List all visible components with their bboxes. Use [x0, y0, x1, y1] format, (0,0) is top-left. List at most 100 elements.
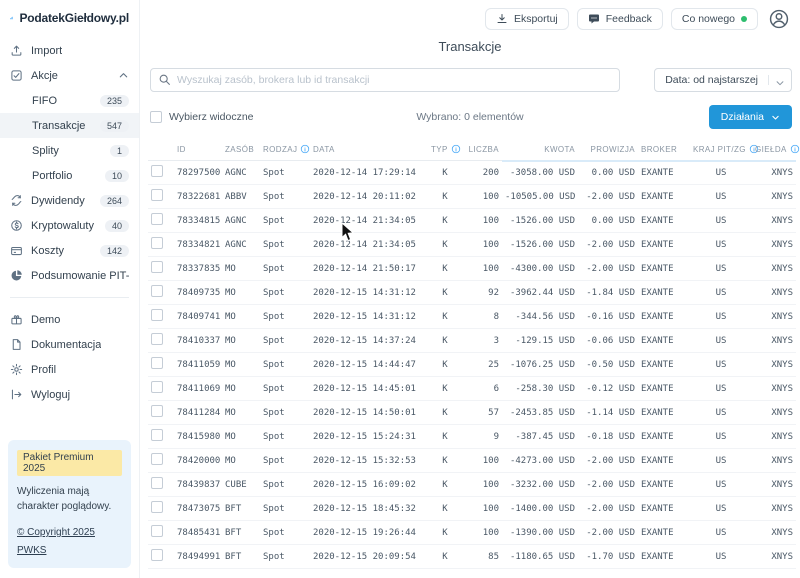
sidebar-item-koszty[interactable]: Koszty142 — [0, 238, 139, 263]
info-icon[interactable] — [790, 144, 800, 154]
row-checkbox[interactable] — [151, 501, 163, 513]
row-checkbox[interactable] — [151, 429, 163, 441]
row-checkbox[interactable] — [151, 237, 163, 249]
user-avatar-icon[interactable] — [768, 8, 790, 30]
table-row[interactable]: 78322681ABBVSpot2020-12-14 20:11:02K100-… — [148, 185, 796, 209]
row-checkbox[interactable] — [151, 357, 163, 369]
table-row[interactable]: 78334821AGNCSpot2020-12-14 21:34:05K100-… — [148, 233, 796, 257]
feedback-button[interactable]: Feedback — [577, 8, 663, 30]
column-header-data[interactable]: DATA — [310, 138, 428, 161]
sidebar-item-import[interactable]: Import — [0, 38, 139, 63]
column-header-typ[interactable]: TYP — [428, 138, 462, 161]
cell-liczba: 9 — [462, 425, 502, 449]
table-row[interactable]: 78337835MOSpot2020-12-14 21:50:17K100-43… — [148, 257, 796, 281]
row-checkbox[interactable] — [151, 333, 163, 345]
select-visible-label: Wybierz widoczne — [169, 111, 254, 123]
table-row[interactable]: 78494991BFTSpot2020-12-15 20:09:54K85-11… — [148, 545, 796, 569]
copyright-link[interactable]: © Copyright 2025 PWKS — [17, 527, 95, 556]
cell-data: 2020-12-15 15:32:53 — [310, 449, 428, 473]
row-checkbox[interactable] — [151, 261, 163, 273]
column-header-broker[interactable]: BROKER — [638, 138, 690, 161]
row-checkbox[interactable] — [151, 525, 163, 537]
sort-dropdown[interactable]: Data: od najstarszej — [654, 68, 792, 92]
sidebar-item-podsumowanie-pit-38[interactable]: Podsumowanie PIT-38 — [0, 263, 139, 288]
table-row[interactable]: 78411069MOSpot2020-12-15 14:45:01K6-258.… — [148, 377, 796, 401]
column-header-liczba[interactable]: LICZBA — [462, 138, 502, 161]
row-checkbox[interactable] — [151, 405, 163, 417]
cell-id: 78410337 — [174, 329, 222, 353]
cell-prowizja: -1.14 USD — [578, 401, 638, 425]
sidebar-item-akcje[interactable]: Akcje — [0, 63, 139, 88]
column-header-gie-da[interactable]: GIEŁDA — [752, 138, 796, 161]
table-row[interactable]: 78485431BFTSpot2020-12-15 19:26:44K100-1… — [148, 521, 796, 545]
column-header-prowizja[interactable]: PROWIZJA — [578, 138, 638, 161]
sidebar-item-transakcje[interactable]: Transakcje547 — [0, 113, 139, 138]
column-header-kraj-pit-zg[interactable]: KRAJ PIT/ZG — [690, 138, 752, 161]
select-visible-checkbox[interactable] — [150, 111, 162, 123]
brand-logo[interactable]: PodatekGiełdowy.pl — [0, 0, 139, 38]
row-checkbox[interactable] — [151, 453, 163, 465]
actions-label: Działania — [721, 111, 764, 123]
sidebar-item-dokumentacja[interactable]: Dokumentacja — [0, 332, 139, 357]
cell-data: 2020-12-15 15:24:31 — [310, 425, 428, 449]
table-row[interactable]: 78420000MOSpot2020-12-15 15:32:53K100-42… — [148, 449, 796, 473]
sidebar-item-portfolio[interactable]: Portfolio10 — [0, 163, 139, 188]
table-row[interactable]: 78409735MOSpot2020-12-15 14:31:12K92-396… — [148, 281, 796, 305]
table-row[interactable]: 78411059MOSpot2020-12-15 14:44:47K25-107… — [148, 353, 796, 377]
info-icon[interactable] — [451, 144, 461, 154]
cell-gie-da: XNYS — [752, 449, 796, 473]
sidebar-item-kryptowaluty[interactable]: Kryptowaluty40 — [0, 213, 139, 238]
transactions-table: IDZASÓBRODZAJ DATATYPLICZBAKWOTAPROWIZJAB… — [148, 138, 796, 569]
info-icon[interactable] — [300, 144, 310, 154]
row-checkbox[interactable] — [151, 309, 163, 321]
search-input[interactable] — [150, 68, 620, 92]
row-checkbox[interactable] — [151, 285, 163, 297]
table-row[interactable]: 78409741MOSpot2020-12-15 14:31:12K8-344.… — [148, 305, 796, 329]
sidebar-item-wyloguj[interactable]: Wyloguj — [0, 382, 139, 407]
table-row[interactable]: 78297500AGNCSpot2020-12-14 17:29:14K200-… — [148, 161, 796, 185]
row-checkbox[interactable] — [151, 213, 163, 225]
transactions-table-wrap: IDZASÓBRODZAJ DATATYPLICZBAKWOTAPROWIZJAB… — [140, 138, 800, 578]
cell-typ: K — [428, 281, 462, 305]
table-row[interactable]: 78334815AGNCSpot2020-12-14 21:34:05K100-… — [148, 209, 796, 233]
row-checkbox[interactable] — [151, 165, 163, 177]
cell-zas-b: MO — [222, 281, 260, 305]
cell-zas-b: AGNC — [222, 209, 260, 233]
cell-liczba: 100 — [462, 473, 502, 497]
table-row[interactable]: 78415980MOSpot2020-12-15 15:24:31K9-387.… — [148, 425, 796, 449]
cell-gie-da: XNYS — [752, 521, 796, 545]
column-header-id[interactable]: ID — [174, 138, 222, 161]
column-header-zas-b[interactable]: ZASÓB — [222, 138, 260, 161]
column-header-rodzaj[interactable]: RODZAJ — [260, 138, 310, 161]
cell-zas-b: MO — [222, 329, 260, 353]
sidebar-item-label: Dywidendy — [31, 195, 85, 207]
cell-typ: K — [428, 257, 462, 281]
table-row[interactable]: 78411284MOSpot2020-12-15 14:50:01K57-245… — [148, 401, 796, 425]
sidebar-item-profil[interactable]: Profil — [0, 357, 139, 382]
cell-zas-b: AGNC — [222, 161, 260, 185]
cell-liczba: 57 — [462, 401, 502, 425]
column-header-kwota[interactable]: KWOTA — [502, 138, 578, 161]
cell-zas-b: AGNC — [222, 233, 260, 257]
row-checkbox-cell — [148, 257, 174, 281]
row-checkbox[interactable] — [151, 381, 163, 393]
pie-chart-icon — [10, 269, 23, 282]
cell-id: 78409735 — [174, 281, 222, 305]
table-row[interactable]: 78473075BFTSpot2020-12-15 18:45:32K100-1… — [148, 497, 796, 521]
column-label: RODZAJ — [263, 145, 297, 154]
cell-gie-da: XNYS — [752, 233, 796, 257]
whats-new-button[interactable]: Co nowego — [671, 8, 758, 30]
sidebar-item-dywidendy[interactable]: Dywidendy264 — [0, 188, 139, 213]
sidebar-item-fifo[interactable]: FIFO235 — [0, 88, 139, 113]
row-checkbox[interactable] — [151, 477, 163, 489]
row-checkbox[interactable] — [151, 549, 163, 561]
sidebar-item-splity[interactable]: Splity1 — [0, 138, 139, 163]
table-row[interactable]: 78439837CUBESpot2020-12-15 16:09:02K100-… — [148, 473, 796, 497]
row-checkbox[interactable] — [151, 189, 163, 201]
sidebar-item-demo[interactable]: Demo — [0, 307, 139, 332]
export-button[interactable]: Eksportuj — [485, 8, 569, 30]
table-row[interactable]: 78410337MOSpot2020-12-15 14:37:24K3-129.… — [148, 329, 796, 353]
cell-data: 2020-12-15 14:45:01 — [310, 377, 428, 401]
cell-kraj-pit-zg: US — [690, 425, 752, 449]
actions-button[interactable]: Działania — [709, 105, 792, 129]
